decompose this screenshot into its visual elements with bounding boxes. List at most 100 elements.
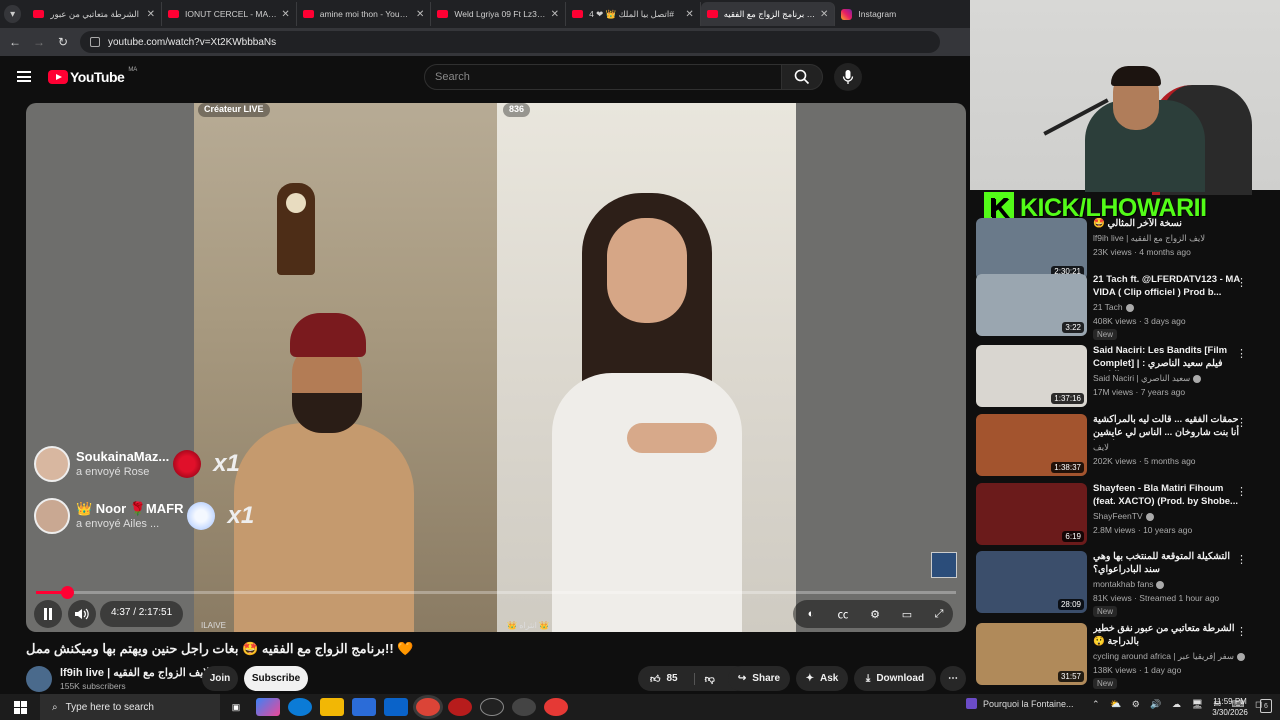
video-player[interactable]: Créateur LIVE 836 SoukainaMaz... a envoyé… (26, 103, 966, 632)
tab-search-icon[interactable]: ▾ (4, 5, 22, 23)
tab-5-active[interactable]: برنامج الزواج مع الفقيه 🎙 ✕ (700, 2, 836, 26)
channel-name[interactable]: lf9ih live | لايف الزواج مع الفقيه (1093, 233, 1205, 244)
youtube-logo[interactable]: YouTube MA (48, 67, 137, 85)
recommended-video[interactable]: 2:30:21 نسخة الآخر المثالي 🤩 lf9ih live … (976, 218, 1266, 282)
volume-button[interactable] (68, 600, 96, 628)
recorder-icon[interactable] (544, 698, 568, 716)
recommended-video[interactable]: 28:09 التشكيلة المتوقعة للمنتخب بها وهي … (976, 551, 1266, 617)
edge-icon[interactable] (288, 698, 312, 716)
obs-icon[interactable] (512, 698, 536, 716)
channel-name[interactable]: cycling around africa | سفر إفريقيا عبر (1093, 651, 1245, 662)
more-options-icon[interactable]: ⋮ (1236, 553, 1247, 566)
outlook-icon[interactable] (384, 698, 408, 716)
recommended-video[interactable]: 1:38:37 حمقات الفقيه ... قالت ليه بالمرا… (976, 414, 1266, 478)
fullscreen-icon[interactable]: ⤢ (931, 606, 947, 622)
tab-0[interactable]: الشرطة متعاتبي من عبور ✕ (27, 2, 163, 26)
tab-6[interactable]: Instagram (835, 2, 970, 26)
video-thumbnail[interactable]: 31:57 (976, 623, 1087, 685)
recommended-video[interactable]: 6:19 Shayfeen - Bla Matiri Fihoum (feat.… (976, 483, 1266, 547)
download-button[interactable]: ⤓ Download (854, 666, 936, 691)
close-icon[interactable]: ✕ (551, 9, 559, 20)
channel-name[interactable]: Said Naciri | سعيد الناصري (1093, 373, 1202, 384)
video-title[interactable]: Shayfeen - Bla Matiri Fihoum (feat. XACT… (1093, 483, 1248, 508)
voice-search-button[interactable] (834, 63, 862, 91)
channel-name[interactable]: لايف (1093, 442, 1109, 453)
channel-name[interactable]: lf9ih live | لايف الزواج مع الفقيه (60, 666, 210, 679)
more-actions-button[interactable]: ⋯ (940, 666, 966, 691)
video-title[interactable]: Said Naciri: Les Bandits [Film Complet] … (1093, 345, 1248, 371)
site-info-icon[interactable] (90, 37, 100, 47)
video-thumbnail[interactable]: 1:37:16 (976, 345, 1087, 407)
tab-4[interactable]: اتصل بيا الملك 👑 ❤ 4# ✕ (566, 2, 701, 26)
search-button[interactable] (781, 64, 823, 90)
store-icon[interactable] (352, 698, 376, 716)
reload-icon[interactable]: ↻ (56, 35, 70, 49)
close-icon[interactable]: ✕ (685, 9, 693, 20)
channel-name[interactable]: 21 Tach (1093, 302, 1134, 312)
video-title[interactable]: الشرطة متعاتبي من عبور نفق خطير بالدراجة… (1093, 623, 1248, 648)
url-field[interactable]: youtube.com/watch?v=Xt2KWbbbaNs (80, 31, 940, 53)
channel-name-text: cycling around africa | سفر إفريقيا عبر (1093, 651, 1234, 661)
close-icon[interactable]: ✕ (281, 9, 289, 20)
start-button[interactable] (0, 694, 40, 720)
video-thumbnail[interactable]: 3:22 (976, 274, 1087, 336)
copilot-icon[interactable] (256, 698, 280, 716)
chrome-icon[interactable] (416, 698, 440, 716)
like-icon[interactable]: 👍︎ (650, 673, 660, 685)
subscribe-button[interactable]: Subscribe (244, 666, 308, 691)
close-icon[interactable]: ✕ (416, 9, 424, 20)
miniplayer-icon[interactable]: ▭ (899, 606, 915, 622)
recommended-video[interactable]: 31:57 الشرطة متعاتبي من عبور نفق خطير با… (976, 623, 1266, 689)
channel-name[interactable]: ShayFeenTV (1093, 511, 1154, 521)
dislike-icon[interactable]: 👎︎ (693, 672, 715, 685)
channel-avatar[interactable] (26, 666, 52, 692)
video-thumbnail[interactable]: 28:09 (976, 551, 1087, 613)
now-playing[interactable]: Pourquoi la Fontaine... (966, 698, 1074, 709)
app-icon[interactable] (448, 698, 472, 716)
autoplay-toggle-icon[interactable]: ◐ (803, 606, 819, 622)
share-button[interactable]: ↪ Share (728, 666, 790, 691)
taskbar-search-input[interactable]: ⌕ Type here to search (40, 694, 220, 720)
progress-bar[interactable] (36, 586, 956, 599)
media-icon (966, 698, 977, 709)
video-thumbnail[interactable]: 6:19 (976, 483, 1087, 545)
volume-icon (75, 608, 89, 620)
notification-icon[interactable]: 6 (1260, 699, 1272, 713)
tab-1[interactable]: IONUT CERCEL - MADE IN ✕ (162, 2, 297, 26)
search-input[interactable]: Search (424, 64, 782, 90)
webcam-overlay (970, 0, 1280, 195)
recommended-video[interactable]: 3:22 21 Tach ft. @LFERDATV123 - MA VIDA … (976, 274, 1266, 340)
capcut-icon[interactable] (480, 698, 504, 716)
close-icon[interactable]: ✕ (820, 9, 828, 20)
more-options-icon[interactable]: ⋮ (1236, 625, 1247, 638)
more-options-icon[interactable]: ⋮ (1236, 276, 1247, 289)
settings-gear-icon[interactable]: ⚙ (867, 606, 883, 622)
close-icon[interactable]: ✕ (147, 9, 155, 20)
forward-icon[interactable]: → (32, 35, 46, 49)
channel-watermark[interactable] (931, 552, 957, 578)
file-explorer-icon[interactable] (320, 698, 344, 716)
video-title[interactable]: 21 Tach ft. @LFERDATV123 - MA VIDA ( Cli… (1093, 274, 1248, 299)
more-options-icon[interactable]: ⋮ (1236, 416, 1247, 429)
pause-button[interactable] (34, 600, 62, 628)
video-thumbnail[interactable]: 1:38:37 (976, 414, 1087, 476)
task-view-icon[interactable]: ▣ (224, 698, 248, 716)
like-count[interactable]: 85 (666, 673, 677, 684)
menu-icon[interactable] (17, 71, 31, 82)
ask-button[interactable]: ✦ Ask (796, 666, 848, 691)
recommended-video[interactable]: 1:37:16 Said Naciri: Les Bandits [Film C… (976, 345, 1266, 409)
video-title[interactable]: نسخة الآخر المثالي 🤩 (1093, 218, 1248, 231)
taskbar-clock[interactable]: 11:59 PM 3/30/2026 (1200, 696, 1260, 718)
channel-name[interactable]: montakhab fans (1093, 579, 1165, 589)
tab-2[interactable]: amine moi thon - YouTube ✕ (297, 2, 432, 26)
more-options-icon[interactable]: ⋮ (1236, 485, 1247, 498)
captions-icon[interactable]: ㏄ (835, 606, 851, 622)
tab-3[interactable]: Weld Lgriya 09 Ft Lz3er, C ✕ (431, 2, 567, 26)
back-icon[interactable]: ← (8, 35, 22, 49)
video-meta: 138K views · 1 day ago (1093, 665, 1182, 675)
join-button[interactable]: Join (202, 666, 238, 691)
video-title[interactable]: التشكيلة المتوقعة للمنتخب بها وهي سند ال… (1093, 551, 1248, 576)
video-thumbnail[interactable]: 2:30:21 (976, 218, 1087, 280)
video-title[interactable]: حمقات الفقيه ... قالت ليه بالمراكشية أنا… (1093, 414, 1248, 440)
more-options-icon[interactable]: ⋮ (1236, 347, 1247, 360)
